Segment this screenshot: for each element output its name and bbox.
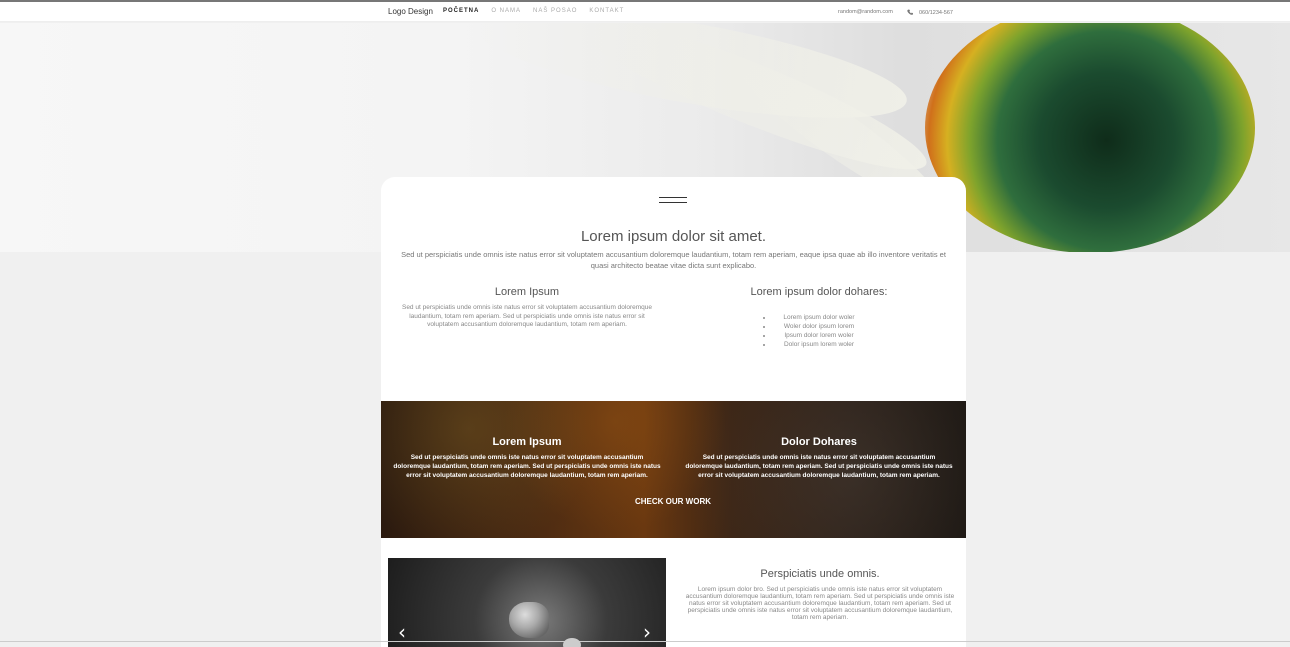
contact-email[interactable]: random@random.com — [838, 9, 893, 15]
list-item: Woler dolor ipsum lorem — [773, 322, 865, 331]
card-title: Lorem ipsum dolor sit amet. — [580, 228, 767, 245]
feature-band: Lorem Ipsum Sed ut perspiciatis unde omn… — [381, 401, 966, 538]
hamburger-icon[interactable] — [659, 197, 687, 203]
band-right-title: Dolor Dohares — [781, 436, 857, 448]
band-right-text: Sed ut perspiciatis unde omnis iste natu… — [685, 454, 953, 479]
nav-item-o-nama[interactable]: O NAMA — [491, 8, 521, 14]
persp-title: Perspiciatis unde omnis. — [760, 568, 880, 580]
right-column-title: Lorem ipsum dolor dohares: — [750, 286, 888, 298]
main-menu: POČETNA O NAMA NAŠ POSAO KONTAKT — [443, 8, 624, 14]
left-column-text: Sed ut perspiciatis unde omnis iste natu… — [401, 304, 652, 328]
list-item: Lorem ipsum dolor woler — [773, 313, 865, 322]
slider-image-rock-small — [563, 638, 581, 647]
phone-number: 060/1234-567 — [919, 10, 953, 16]
bottom-divider — [0, 641, 1290, 642]
list-item: Dolor ipsum lorem woler — [773, 340, 865, 349]
list-item: Ipsum dolor lorem woler — [773, 331, 865, 340]
contact-phone[interactable]: 060/1234-567 — [907, 9, 953, 17]
nav-item-pocetna[interactable]: POČETNA — [443, 8, 479, 14]
nav-item-kontakt[interactable]: KONTAKT — [589, 8, 624, 14]
band-left-title: Lorem Ipsum — [492, 436, 562, 448]
nav-item-nas-posao[interactable]: NAŠ POSAO — [533, 8, 577, 14]
slider-image-rock — [509, 602, 549, 638]
feature-list: Lorem ipsum dolor woler Woler dolor ipsu… — [773, 313, 865, 349]
phone-icon — [907, 9, 913, 17]
top-navbar: Logo Design POČETNA O NAMA NAŠ POSAO KON… — [0, 2, 1290, 22]
persp-text: Lorem ipsum dolor bro. Sed ut perspiciat… — [685, 586, 955, 621]
logo[interactable]: Logo Design — [388, 7, 433, 16]
band-left-text: Sed ut perspiciatis unde omnis iste natu… — [393, 454, 661, 479]
image-slider: ‹ › — [388, 558, 666, 647]
check-our-work-button[interactable]: CHECK OUR WORK — [611, 497, 735, 506]
card-subtitle: Sed ut perspiciatis unde omnis iste natu… — [401, 250, 946, 270]
flower-center — [925, 23, 1255, 252]
left-column-title: Lorem Ipsum — [494, 286, 560, 298]
